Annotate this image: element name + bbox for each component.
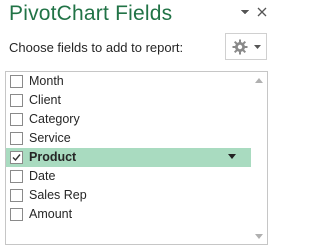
pane-subtitle: Choose fields to add to report: — [9, 40, 184, 55]
chevron-down-icon — [253, 44, 261, 49]
gear-icon — [232, 39, 248, 55]
field-label: Service — [29, 131, 71, 145]
field-label: Category — [29, 112, 80, 126]
field-list-rows: Month Client Category Service Product Date Sal… — [6, 72, 252, 224]
field-checkbox[interactable] — [10, 75, 23, 88]
pivotchart-fields-pane: PivotChart Fields Choose fields to add t… — [0, 0, 273, 252]
field-label: Date — [29, 169, 56, 183]
field-row-month[interactable]: Month — [6, 72, 252, 91]
pane-title: PivotChart Fields — [9, 2, 173, 25]
field-label: Product — [29, 150, 77, 164]
field-row-service[interactable]: Service — [6, 129, 252, 148]
field-label: Amount — [29, 207, 73, 221]
field-checkbox[interactable] — [10, 113, 23, 126]
field-row-amount[interactable]: Amount — [6, 205, 252, 224]
field-row-category[interactable]: Category — [6, 110, 252, 129]
field-checkbox[interactable] — [10, 208, 23, 221]
close-icon[interactable] — [255, 5, 269, 19]
scroll-up-button[interactable] — [251, 72, 267, 88]
field-row-sales-rep[interactable]: Sales Rep — [6, 186, 252, 205]
field-row-client[interactable]: Client — [6, 91, 252, 110]
field-checkbox[interactable] — [10, 151, 23, 164]
chevron-down-icon[interactable] — [238, 5, 252, 19]
tools-button[interactable] — [225, 33, 267, 60]
field-label: Sales Rep — [29, 188, 87, 202]
scrollbar[interactable] — [251, 72, 267, 244]
field-checkbox[interactable] — [10, 189, 23, 202]
field-row-date[interactable]: Date — [6, 167, 252, 186]
field-list: Month Client Category Service Product Date Sal… — [5, 71, 268, 245]
scroll-down-button[interactable] — [251, 228, 267, 244]
field-checkbox[interactable] — [10, 132, 23, 145]
field-label: Month — [29, 74, 64, 88]
field-label: Client — [29, 93, 61, 107]
field-dropdown-icon[interactable] — [228, 154, 236, 159]
field-checkbox[interactable] — [10, 170, 23, 183]
field-row-product[interactable]: Product — [6, 148, 252, 167]
field-checkbox[interactable] — [10, 94, 23, 107]
